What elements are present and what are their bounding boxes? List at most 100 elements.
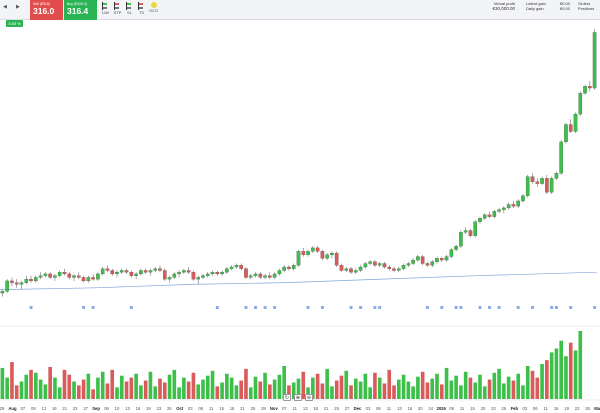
volume-bar: [358, 381, 363, 399]
volume-bar: [48, 366, 52, 399]
candle-body: [105, 268, 110, 271]
candle-body: [349, 268, 353, 273]
volume-bar: [454, 375, 458, 399]
volume-bar: [444, 367, 449, 399]
candle-body: [77, 275, 81, 278]
x-axis-tick-label: 16: [407, 406, 412, 411]
zoom-in-icon: ⊕: [295, 395, 301, 401]
candle-body: [62, 272, 67, 275]
volume-bar: [10, 362, 14, 399]
candle-body: [411, 259, 415, 264]
volume-bar: [439, 384, 444, 399]
candle-body: [545, 178, 549, 193]
volume-bar: [239, 380, 244, 399]
reset-zoom-button[interactable]: ↻: [283, 394, 291, 401]
volume-bar: [315, 373, 320, 399]
price-chart[interactable]: 29 Aug 07 08 13 16 21 23 27 Sep 06 10 13 16 19 23 26 Oct 0…: [0, 0, 600, 413]
volume-bar: [148, 371, 153, 399]
event-marker: [459, 306, 463, 309]
candle-body: [301, 251, 306, 255]
x-axis-tick-label: 21: [240, 406, 245, 411]
volume-bar: [387, 369, 392, 399]
x-axis-tick-label: 13: [41, 406, 46, 411]
candle-body: [306, 251, 310, 255]
volume-bar: [349, 385, 353, 399]
x-axis-tick-label: 11: [460, 406, 465, 411]
volume-bar: [377, 377, 382, 399]
volume-bar: [425, 382, 430, 399]
volume-bar: [115, 387, 119, 399]
volume-bar: [564, 356, 568, 399]
candle-body: [354, 270, 358, 273]
x-axis-tick-label: 03: [366, 406, 371, 411]
volume-bar: [516, 373, 521, 399]
x-axis-tick-label: 16: [554, 406, 559, 411]
candle-body: [225, 268, 229, 273]
candle-body: [67, 273, 72, 278]
x-axis-tick-label: 20: [418, 406, 423, 411]
event-marker: [29, 306, 33, 309]
zoom-in-button[interactable]: ⊕: [294, 394, 302, 401]
candle-body: [191, 272, 196, 280]
candle-body: [134, 273, 138, 276]
volume-bar: [521, 385, 525, 399]
candle-body: [48, 273, 52, 278]
candle-body: [57, 272, 62, 276]
volume-bar: [568, 342, 573, 399]
candle-body: [153, 268, 158, 271]
volume-bar: [134, 373, 138, 399]
candle-body: [416, 256, 420, 261]
x-axis-tick-label: 24: [428, 406, 433, 411]
candle-body: [38, 275, 43, 278]
x-axis-tick-label: 16: [52, 406, 57, 411]
volume-bar: [124, 381, 129, 399]
candle-body: [239, 265, 243, 269]
candle-body: [119, 270, 124, 273]
x-axis-tick-label: Mar: [594, 406, 600, 411]
volume-bar: [396, 379, 401, 399]
volume-bar: [406, 381, 411, 399]
volume-bar: [578, 331, 583, 399]
volume-bar: [234, 385, 239, 399]
candle-body: [339, 265, 344, 271]
zoom-out-icon: ⊖: [306, 395, 312, 401]
volume-bar: [67, 374, 72, 399]
candle-body: [0, 291, 5, 294]
candle-body: [420, 256, 425, 264]
event-marker: [378, 306, 382, 309]
candle-body: [320, 251, 325, 259]
candle-body: [234, 265, 239, 268]
candle-body: [382, 263, 387, 268]
volume-bar: [162, 382, 167, 399]
x-axis-tick-label: 03: [188, 406, 193, 411]
x-axis-tick-label: 11: [544, 406, 549, 411]
candle-body: [592, 32, 597, 89]
candle-body: [588, 86, 592, 89]
volume-bar: [549, 352, 554, 399]
candle-body: [506, 204, 511, 209]
x-axis-tick-label: 29: [0, 406, 5, 411]
candle-body: [14, 282, 19, 285]
event-marker: [373, 306, 377, 309]
x-axis-tick-label: 21: [62, 406, 67, 411]
event-marker: [550, 306, 554, 309]
candle-body: [406, 263, 411, 266]
zoom-out-button[interactable]: ⊖: [305, 394, 313, 401]
candle-body: [43, 273, 48, 276]
volume-bar: [339, 375, 344, 399]
candle-body: [554, 173, 559, 179]
candle-body: [139, 270, 143, 275]
candle-body: [344, 268, 349, 271]
x-axis-tick-label: 10: [115, 406, 120, 411]
candle-body: [172, 273, 177, 278]
x-axis-tick-label: 27: [345, 406, 350, 411]
x-axis-tick-label: 13: [397, 406, 402, 411]
volume-bar: [110, 369, 115, 399]
candle-body: [263, 275, 267, 278]
candle-body: [559, 141, 563, 174]
candle-body: [182, 270, 186, 273]
x-axis-tick-label: Oct: [176, 406, 184, 411]
candle-body: [330, 252, 334, 255]
x-axis-tick-label: 07: [21, 406, 26, 411]
x-axis-tick-label: 21: [324, 406, 329, 411]
